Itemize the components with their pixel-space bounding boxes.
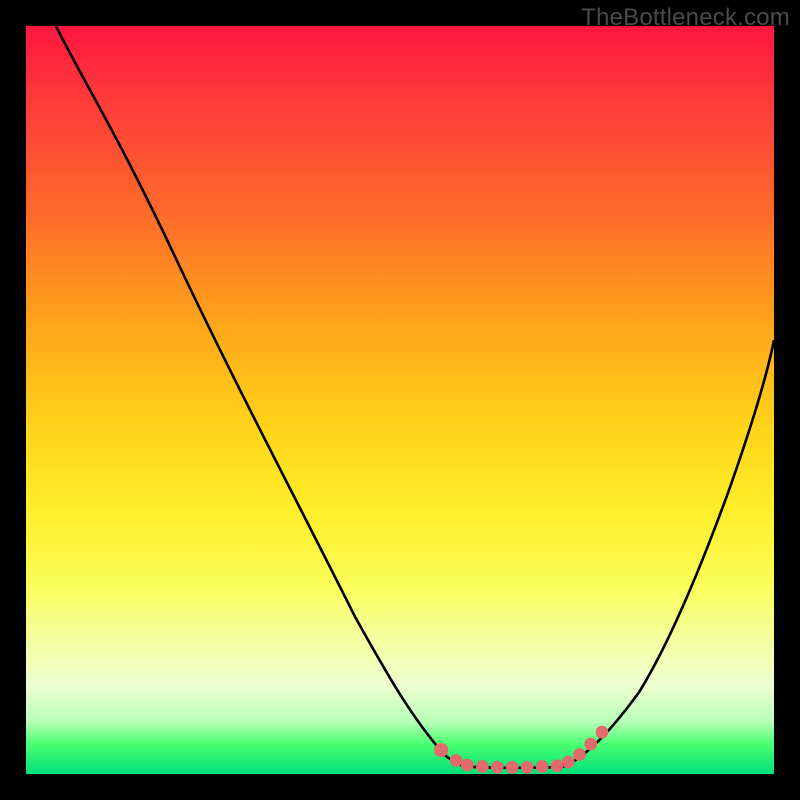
curve-left — [56, 26, 467, 767]
chart-svg — [26, 26, 774, 774]
marker-group — [434, 726, 608, 774]
plot-area — [26, 26, 774, 774]
chart-frame: TheBottleneck.com — [0, 0, 800, 800]
curve-right — [565, 340, 774, 766]
watermark-text: TheBottleneck.com — [581, 4, 790, 32]
